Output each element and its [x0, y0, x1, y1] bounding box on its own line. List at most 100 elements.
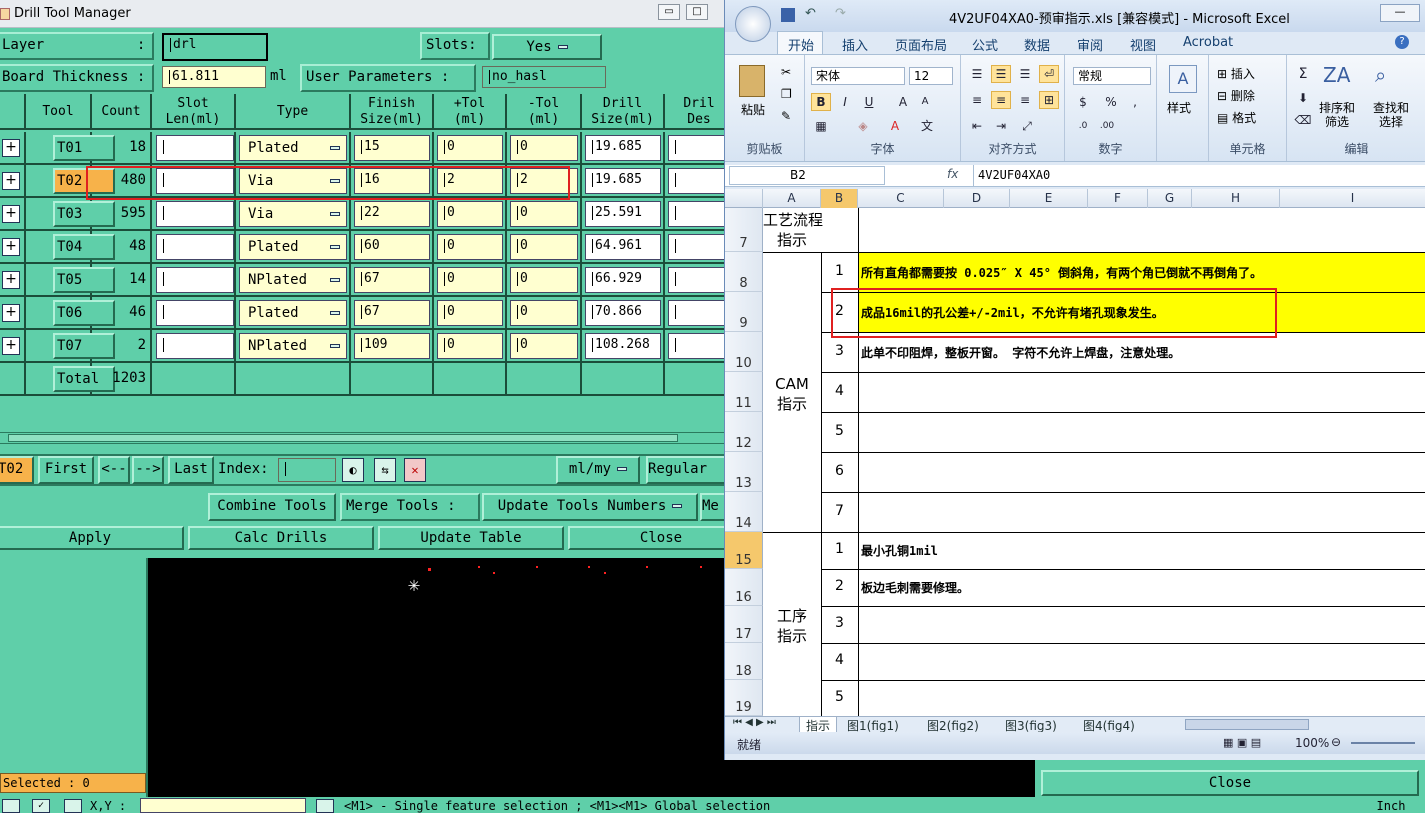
find-select-button[interactable]: 查找和 选择	[1373, 101, 1409, 129]
step-item-text[interactable]: 板边毛刺需要修理。	[861, 579, 969, 596]
finish-size-input[interactable]: 67	[354, 300, 430, 326]
merge-tools-dropdown[interactable]: Update Tools Numbers	[482, 493, 698, 521]
slot-length-input[interactable]	[156, 234, 234, 260]
slot-length-input[interactable]	[156, 135, 234, 161]
phonetic-icon[interactable]: 文	[917, 117, 937, 135]
plus-tol-input[interactable]: 0	[437, 333, 503, 359]
index-field[interactable]	[278, 458, 336, 482]
layer-field[interactable]: drl	[162, 33, 268, 61]
tab-page-layout[interactable]: 页面布局	[895, 35, 947, 54]
paste-label[interactable]: 粘贴	[741, 101, 765, 118]
binoculars-icon[interactable]: ⌕	[1375, 63, 1386, 87]
mode-dropdown[interactable]: Regular	[646, 456, 724, 484]
board-thickness-field[interactable]: 61.811	[162, 66, 266, 88]
undo-icon[interactable]: ↶	[805, 6, 816, 21]
plus-tol-input[interactable]: 0	[437, 234, 503, 260]
type-dropdown[interactable]: NPlated	[239, 333, 347, 359]
font-color-icon[interactable]: A	[885, 117, 905, 135]
sort-icon[interactable]: ZA	[1323, 63, 1350, 87]
finish-size-input[interactable]: 15	[354, 135, 430, 161]
minus-tol-input[interactable]: 0	[510, 333, 578, 359]
delete-icon[interactable]: ✕	[404, 458, 426, 482]
tab-insert[interactable]: 插入	[842, 35, 868, 54]
row-header[interactable]: 14	[725, 492, 763, 532]
plus-tol-input[interactable]: 0	[437, 267, 503, 293]
drill-size-input[interactable]: 66.929	[585, 267, 661, 293]
drill-size-input[interactable]: 19.685	[585, 168, 661, 194]
drill-des-input[interactable]	[668, 168, 724, 194]
column-header[interactable]: F	[1088, 189, 1148, 208]
minus-tol-input[interactable]: 0	[510, 201, 578, 227]
decrease-indent-icon[interactable]: ⇤	[967, 117, 987, 135]
last-button[interactable]: Last	[168, 456, 214, 484]
column-header[interactable]: E	[1010, 189, 1088, 208]
close-button[interactable]: Close	[1041, 770, 1419, 796]
close-button[interactable]: Close	[568, 526, 724, 550]
row-header[interactable]: 12	[725, 412, 763, 452]
row-expand[interactable]: +	[0, 297, 26, 330]
minus-tol-input[interactable]: 0	[510, 234, 578, 260]
percent-icon[interactable]: %	[1101, 93, 1121, 111]
cam-item-text[interactable]: 此单不印阻焊，整板开窗。 字符不允许上焊盘，注意处理。	[861, 344, 1180, 361]
align-bottom-icon[interactable]: ☰	[1015, 65, 1035, 83]
tab-home-label[interactable]: 开始	[788, 35, 814, 54]
combine-tools-button[interactable]: Combine Tools	[208, 493, 336, 521]
column-header[interactable]: H	[1192, 189, 1280, 208]
finish-size-input[interactable]: 67	[354, 267, 430, 293]
next-button[interactable]: -->	[132, 456, 164, 484]
fill-color-icon[interactable]: ◈	[853, 117, 873, 135]
column-header[interactable]: D	[944, 189, 1010, 208]
type-dropdown[interactable]: Via	[239, 201, 347, 227]
horizontal-scrollbar[interactable]	[0, 432, 724, 444]
finish-size-input[interactable]: 60	[354, 234, 430, 260]
row-expand[interactable]: +	[0, 198, 26, 231]
clear-icon[interactable]: ⌫	[1293, 111, 1313, 129]
type-dropdown[interactable]: Plated	[239, 300, 347, 326]
drill-size-input[interactable]: 19.685	[585, 135, 661, 161]
row-header[interactable]: 13	[725, 452, 763, 492]
drill-size-input[interactable]: 25.591	[585, 201, 661, 227]
paste-icon[interactable]	[739, 65, 765, 97]
slot-length-input[interactable]	[156, 333, 234, 359]
currency-icon[interactable]: $	[1073, 93, 1093, 111]
styles-icon[interactable]: A	[1169, 65, 1197, 93]
align-right-icon[interactable]: ≡	[1015, 91, 1035, 109]
save-icon[interactable]	[781, 8, 795, 22]
scrollbar-thumb[interactable]	[8, 434, 678, 442]
row-header[interactable]: 18	[725, 643, 763, 680]
minimize-icon[interactable]: ▭	[658, 4, 680, 20]
wrap-text-icon[interactable]: ⏎	[1039, 65, 1059, 83]
select-all-corner[interactable]	[725, 189, 763, 208]
row-header[interactable]: 9	[725, 292, 763, 332]
type-dropdown[interactable]: Plated	[239, 234, 347, 260]
tab-acrobat[interactable]: Acrobat	[1183, 35, 1233, 50]
tab-data[interactable]: 数据	[1024, 35, 1050, 54]
row-header[interactable]: 11	[725, 372, 763, 412]
font-name-select[interactable]: 宋体	[811, 67, 905, 85]
step-item-text[interactable]: 最小孔铜1mil	[861, 542, 938, 559]
increase-indent-icon[interactable]: ⇥	[991, 117, 1011, 135]
view-buttons[interactable]: ▦ ▣ ▤	[1223, 736, 1275, 750]
minimize-icon[interactable]: —	[1380, 4, 1420, 22]
row-expand[interactable]: +	[0, 132, 26, 165]
grid-icon[interactable]	[64, 799, 82, 813]
finish-size-input[interactable]: 22	[354, 201, 430, 227]
font-size-select[interactable]: 12	[909, 67, 953, 85]
column-header[interactable]: B	[821, 189, 858, 208]
slot-length-input[interactable]	[156, 201, 234, 227]
cursor-icon[interactable]	[316, 799, 334, 813]
orientation-icon[interactable]: ⤢	[1017, 117, 1037, 135]
graphics-canvas[interactable]: ✳	[148, 558, 724, 798]
drill-des-input[interactable]	[668, 267, 724, 293]
row-header[interactable]: 8	[725, 252, 763, 292]
drill-size-input[interactable]: 64.961	[585, 234, 661, 260]
row-header[interactable]: 15	[725, 532, 763, 569]
plus-tol-input[interactable]: 0	[437, 300, 503, 326]
minus-tol-input[interactable]: 0	[510, 135, 578, 161]
bulb-icon[interactable]: ◐	[342, 458, 364, 482]
row-expand[interactable]: +	[0, 231, 26, 264]
drill-size-input[interactable]: 70.866	[585, 300, 661, 326]
help-icon[interactable]: ?	[1395, 35, 1409, 49]
worksheet[interactable]: 7 8 9 10 11 12 13 14 15 16 17 18 19 工艺流程 指示 CAM 指示 工…	[725, 208, 1425, 716]
tab-view[interactable]: 视图	[1130, 35, 1156, 54]
